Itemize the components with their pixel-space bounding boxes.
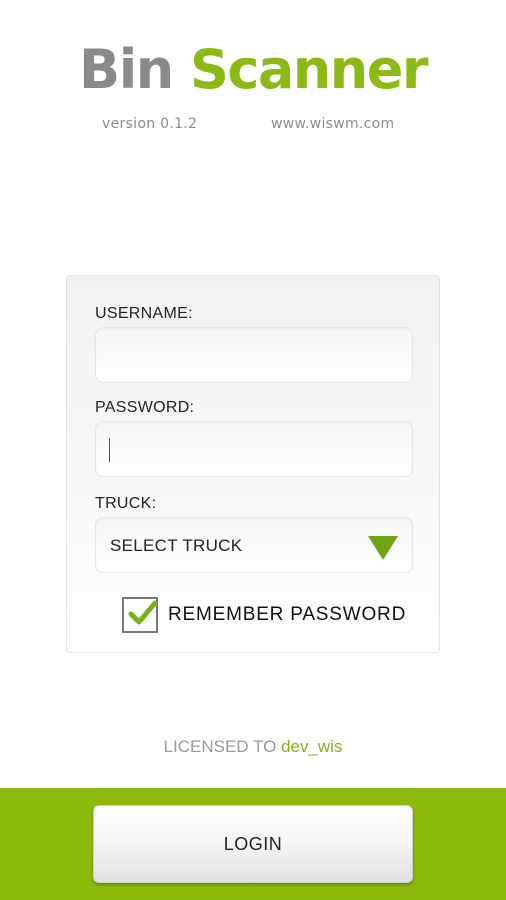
license-text: LICENSED TO dev_wis <box>0 737 506 757</box>
remember-password-label: REMEMBER PASSWORD <box>168 604 407 625</box>
username-input[interactable] <box>96 328 412 382</box>
logo-word-bin: Bin <box>79 38 174 101</box>
license-prefix: LICENSED TO <box>163 737 277 756</box>
login-button[interactable]: LOGIN <box>93 805 413 883</box>
website-link: www.wiswm.com <box>271 116 395 132</box>
password-field-box <box>95 421 413 477</box>
app-logo: Bin Scanner <box>0 38 506 102</box>
remember-password-checkbox[interactable] <box>122 597 158 633</box>
text-cursor <box>109 438 110 462</box>
truck-select-value: SELECT TRUCK <box>110 536 243 555</box>
password-input[interactable] <box>96 422 412 476</box>
licensee-name: dev_wis <box>281 737 343 756</box>
truck-select[interactable]: SELECT TRUCK <box>95 517 413 573</box>
app-version: version 0.1.2 <box>102 116 198 132</box>
chevron-down-icon <box>368 536 398 560</box>
login-screen: Bin Scanner version 0.1.2 www.wiswm.com … <box>0 0 506 900</box>
password-label: PASSWORD: <box>95 399 195 416</box>
username-label: USERNAME: <box>95 305 193 322</box>
checkmark-icon <box>128 600 158 625</box>
login-form-panel: USERNAME: PASSWORD: TRUCK: SELECT TRUCK … <box>66 275 440 653</box>
truck-label: TRUCK: <box>95 495 157 512</box>
username-field-box <box>95 327 413 383</box>
remember-password-row[interactable]: REMEMBER PASSWORD <box>122 595 406 635</box>
bottom-action-bar: LOGIN <box>0 788 506 900</box>
logo-word-scanner: Scanner <box>189 38 428 101</box>
